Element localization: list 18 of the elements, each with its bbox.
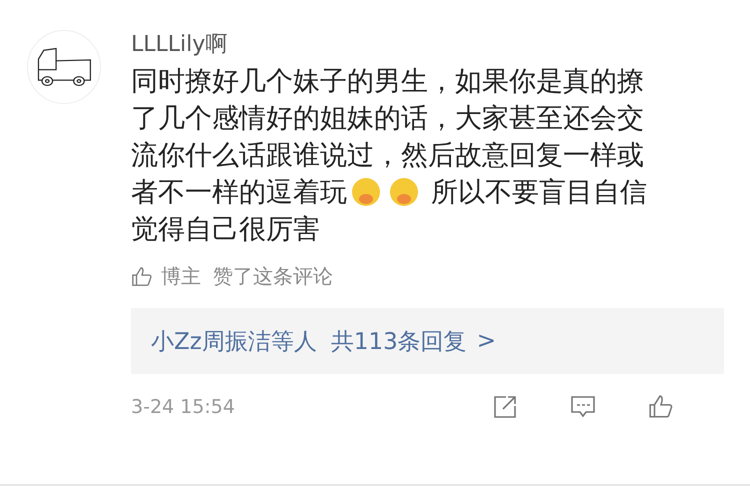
comment-icon[interactable] [570,394,596,420]
thumbs-up-icon [131,266,153,288]
emoji-icon [389,176,419,206]
comment-text: 了几个感情好的姐妹的话，大家甚至还会交 [131,102,644,136]
comment-text: 同时撩好几个妹子的男生，如果你是真的撩 [131,64,644,98]
liked-text: 赞了这条评论 [213,263,333,290]
thumbs-up-icon[interactable] [648,394,674,420]
avatar[interactable] [27,30,101,104]
author-name[interactable]: LLLLily啊 [131,30,228,60]
comment-text: 者不一样的逗着玩 [131,176,347,210]
comment-text: 所以不要盲目自信 [431,176,647,210]
comment-text: 觉得自己很厉害 [131,212,320,246]
share-icon[interactable] [492,394,518,420]
timestamp: 3-24 15:54 [131,396,235,418]
emoji-icon [351,176,381,206]
replies-link[interactable]: 小Zz周振洁等人 共113条回复 > [131,308,724,374]
liker-name[interactable]: 博主 [161,263,201,290]
comment-text: 流你什么话跟谁说过，然后故意回复一样或 [131,138,644,172]
